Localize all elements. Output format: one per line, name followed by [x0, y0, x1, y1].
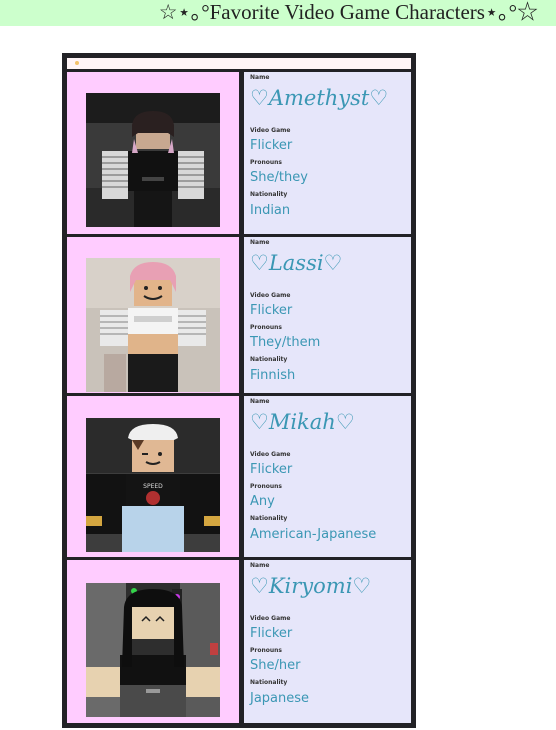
character-row: Name ♡Lassi♡ Video Game Flicker Pronouns… [67, 237, 411, 393]
character-row: Name ♡Amethyst♡ Video Game Flicker Prono… [67, 72, 411, 234]
pronouns-value: She/they [250, 170, 308, 185]
nationality-label: Nationality [250, 515, 288, 522]
video-game-value: Flicker [250, 626, 293, 641]
character-avatar-image [86, 93, 220, 227]
pronouns-label: Pronouns [250, 647, 282, 654]
video-game-label: Video Game [250, 127, 291, 134]
nationality-label: Nationality [250, 356, 288, 363]
pronouns-label: Pronouns [250, 159, 282, 166]
character-image-cell [67, 72, 239, 234]
character-avatar-image: SPEED [86, 418, 220, 552]
name-label: Name [250, 398, 270, 405]
character-avatar-image [86, 583, 220, 717]
nationality-label: Nationality [250, 191, 288, 198]
character-info-cell: Name ♡Kiryomi♡ Video Game Flicker Pronou… [244, 560, 411, 723]
character-image-cell [67, 560, 239, 723]
character-info-cell: Name ♡Mikah♡ Video Game Flicker Pronouns… [244, 396, 411, 557]
name-label: Name [250, 562, 270, 569]
nationality-label: Nationality [250, 679, 288, 686]
characters-table: Name ♡Amethyst♡ Video Game Flicker Prono… [62, 53, 416, 728]
video-game-value: Flicker [250, 138, 293, 153]
name-label: Name [250, 239, 270, 246]
pronouns-label: Pronouns [250, 324, 282, 331]
nationality-value: American-Japanese [250, 527, 377, 542]
character-name: ♡Amethyst♡ [250, 86, 389, 110]
character-image-cell [67, 237, 239, 393]
video-game-label: Video Game [250, 451, 291, 458]
character-image-cell: SPEED [67, 396, 239, 557]
nationality-value: Indian [250, 203, 291, 218]
pronouns-value: She/her [250, 658, 301, 673]
character-name: ♡Lassi♡ [250, 251, 343, 275]
pronouns-value: Any [250, 494, 275, 509]
pronouns-label: Pronouns [250, 483, 282, 490]
character-row: Name ♡Kiryomi♡ Video Game Flicker Pronou… [67, 560, 411, 723]
character-name: ♡Kiryomi♡ [250, 574, 372, 598]
character-name: ♡Mikah♡ [250, 410, 355, 434]
nationality-value: Japanese [250, 691, 310, 706]
video-game-label: Video Game [250, 292, 291, 299]
header-dot-icon [75, 61, 79, 65]
character-info-cell: Name ♡Lassi♡ Video Game Flicker Pronouns… [244, 237, 411, 393]
page-title-text: ☆⋆｡°Favorite Video Game Characters⋆｡°☆ [158, 0, 538, 24]
svg-text:SPEED: SPEED [143, 483, 163, 490]
pronouns-value: They/them [250, 335, 321, 350]
video-game-label: Video Game [250, 615, 291, 622]
character-info-cell: Name ♡Amethyst♡ Video Game Flicker Prono… [244, 72, 411, 234]
page-title: ☆⋆｡°Favorite Video Game Characters⋆｡°☆ [0, 0, 556, 26]
table-header-strip [67, 58, 411, 69]
nationality-value: Finnish [250, 368, 296, 383]
video-game-value: Flicker [250, 303, 293, 318]
character-row: SPEED Name ♡Mikah♡ Video Game Flicker Pr… [67, 396, 411, 557]
character-avatar-image [86, 258, 220, 392]
name-label: Name [250, 74, 270, 81]
video-game-value: Flicker [250, 462, 293, 477]
